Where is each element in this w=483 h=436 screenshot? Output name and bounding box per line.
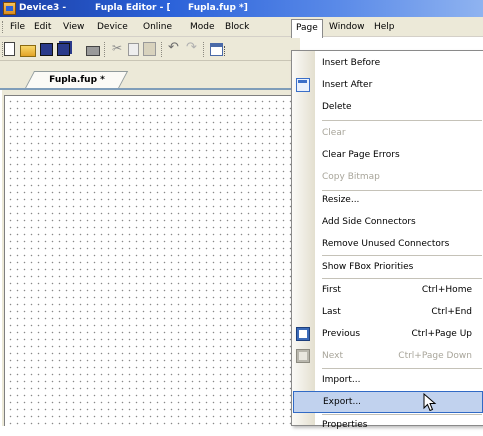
undo-icon[interactable]: ↶ (168, 40, 184, 56)
document-tab-label: Fupla.fup * (49, 75, 105, 85)
menu-page[interactable]: Page (291, 19, 323, 38)
menu-item-label: Show FBox Priorities (322, 262, 414, 272)
menu-item-remove-unused-connectors[interactable]: Remove Unused Connectors (292, 233, 483, 255)
open-icon[interactable] (20, 45, 36, 57)
menu-view[interactable]: View (63, 20, 84, 35)
title-editor: Fupla Editor - [ (95, 3, 171, 13)
menu-item-next: Next Ctrl+Page Down (292, 345, 483, 367)
toolbar-grip[interactable] (2, 42, 3, 57)
menu-online[interactable]: Online (143, 20, 172, 35)
menu-edit[interactable]: Edit (34, 20, 51, 35)
menu-item-label: Insert After (322, 80, 373, 90)
menu-item-copy-bitmap: Copy Bitmap (292, 166, 483, 188)
menu-bar: File Edit View Device Online Mode Block … (0, 17, 483, 38)
menubar-grip[interactable] (2, 21, 5, 33)
next-page-icon (296, 349, 310, 363)
menu-item-clear: Clear (292, 122, 483, 144)
menu-item-first[interactable]: First Ctrl+Home (292, 279, 483, 301)
menu-item-shortcut: Ctrl+Home (421, 285, 472, 295)
mouse-cursor-icon (423, 393, 437, 412)
menu-block[interactable]: Block (225, 20, 249, 35)
menu-item-label: Last (322, 307, 341, 317)
menu-device[interactable]: Device (97, 20, 128, 35)
menu-item-label: Next (322, 351, 343, 361)
insert-after-icon (296, 78, 310, 92)
menu-item-shortcut: Ctrl+Page Up (411, 329, 472, 339)
menu-item-shortcut: Ctrl+Page Down (398, 351, 472, 361)
save-all-icon[interactable] (57, 43, 70, 56)
menu-item-last[interactable]: Last Ctrl+End (292, 301, 483, 323)
print-icon[interactable] (86, 46, 100, 56)
cut-icon[interactable]: ✂ (112, 41, 124, 57)
menu-item-import[interactable]: Import... (292, 369, 483, 391)
title-file: Fupla.fup *] (188, 3, 248, 13)
redo-icon[interactable]: ↷ (186, 40, 202, 56)
menu-item-label: First (322, 285, 341, 295)
fupla-canvas[interactable] (4, 95, 297, 426)
menu-item-label: Remove Unused Connectors (322, 239, 450, 249)
menu-item-resize[interactable]: Resize... (292, 189, 483, 211)
title-device: Device3 - (19, 3, 67, 13)
menu-item-label: Import... (322, 375, 361, 385)
app-icon (3, 2, 16, 15)
calendar-icon[interactable] (210, 43, 225, 56)
menu-mode[interactable]: Mode (190, 20, 215, 35)
previous-page-icon (296, 327, 310, 341)
toolbar-separator (161, 42, 162, 57)
menu-item-label: Properties (322, 420, 368, 430)
menu-item-previous[interactable]: Previous Ctrl+Page Up (292, 323, 483, 345)
menu-item-label: Insert Before (322, 58, 381, 68)
paste-icon[interactable] (143, 42, 156, 56)
menu-window[interactable]: Window (329, 20, 365, 35)
title-bar: Device3 - Fupla Editor - [ Fupla.fup *] (0, 0, 483, 17)
menu-item-label: Delete (322, 102, 352, 112)
menu-item-label: Copy Bitmap (322, 172, 380, 182)
menu-item-insert-before[interactable]: Insert Before (292, 52, 483, 74)
menu-item-delete[interactable]: Delete (292, 96, 483, 118)
menu-item-label: Clear Page Errors (322, 150, 400, 160)
menu-item-add-side-connectors[interactable]: Add Side Connectors (292, 211, 483, 233)
menu-separator (322, 120, 482, 121)
page-menu-dropdown: Insert Before Insert After Delete Clear … (291, 50, 483, 430)
document-tabstrip: Fupla.fup * (0, 61, 300, 90)
menu-item-label: Resize... (322, 195, 360, 205)
menu-file[interactable]: File (10, 20, 25, 35)
toolbar-separator (203, 42, 204, 57)
menu-item-label: Clear (322, 128, 346, 138)
menu-item-label: Add Side Connectors (322, 217, 416, 227)
save-icon[interactable] (40, 43, 53, 56)
menu-item-label: Previous (322, 329, 361, 339)
toolbar: ✂ ↶ ↷ (0, 37, 300, 61)
copy-icon[interactable] (128, 43, 139, 56)
menu-help[interactable]: Help (374, 20, 395, 35)
menu-item-export[interactable]: Export... (293, 391, 483, 413)
menu-item-clear-page-errors[interactable]: Clear Page Errors (292, 144, 483, 166)
menu-item-shortcut: Ctrl+End (431, 307, 472, 317)
menu-item-insert-after[interactable]: Insert After (292, 74, 483, 96)
toolbar-separator (104, 42, 105, 57)
menu-item-show-fbox-priorities[interactable]: Show FBox Priorities (292, 256, 483, 278)
menu-item-properties[interactable]: Properties (292, 414, 483, 436)
new-icon[interactable] (4, 42, 15, 56)
menu-item-label: Export... (323, 397, 362, 407)
